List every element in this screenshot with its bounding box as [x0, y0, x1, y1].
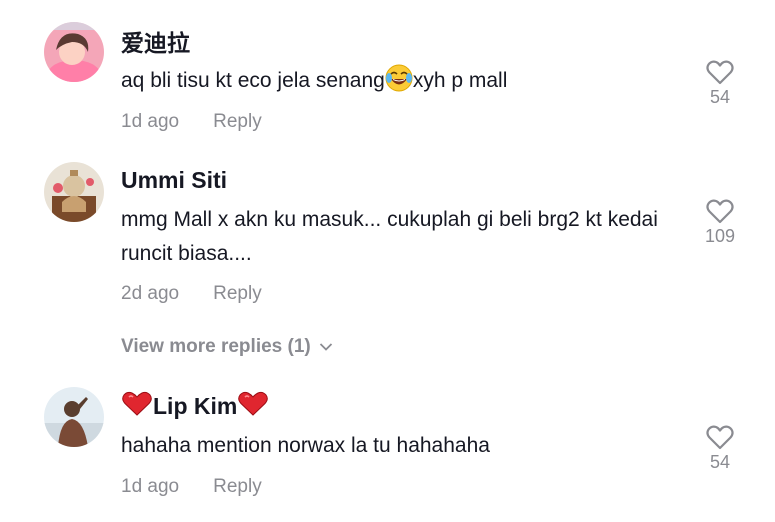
red-heart-emoji-icon: [237, 391, 269, 423]
heart-icon[interactable]: [706, 59, 734, 85]
avatar[interactable]: [44, 22, 104, 82]
timestamp: 1d ago: [121, 111, 180, 132]
like-count: 54: [709, 452, 731, 472]
comment-meta: 2d ago Reply: [121, 283, 262, 305]
like-control: 54: [700, 424, 740, 473]
comment-text-part: aq bli tisu kt eco jela senang: [121, 69, 385, 92]
avatar[interactable]: [44, 162, 104, 222]
chevron-down-icon: [319, 343, 332, 351]
username[interactable]: Lip Kim: [121, 391, 269, 423]
laughing-tears-emoji-icon: [385, 64, 413, 103]
comment-meta: 1d ago Reply: [121, 476, 262, 498]
heart-icon[interactable]: [706, 424, 734, 450]
avatar[interactable]: [44, 387, 104, 447]
comment-meta: 1d ago Reply: [121, 111, 262, 133]
username[interactable]: Ummi Siti: [121, 167, 227, 194]
heart-icon[interactable]: [706, 198, 734, 224]
timestamp: 2d ago: [121, 283, 180, 304]
timestamp: 1d ago: [121, 476, 180, 497]
reply-button[interactable]: Reply: [213, 111, 262, 132]
username[interactable]: 爱迪拉: [121, 24, 190, 58]
like-control: 109: [700, 198, 740, 247]
like-count: 54: [709, 87, 731, 107]
comment-text: mmg Mall x akn ku masuk... cukuplah gi b…: [121, 208, 658, 265]
comment-text-part: xyh p mall: [412, 69, 508, 92]
comment-text: aq bli tisu kt eco jela senang xyh p mall: [121, 64, 681, 103]
view-more-replies-button[interactable]: View more replies (1): [121, 336, 333, 358]
view-more-replies-label: View more replies (1): [121, 336, 311, 357]
like-control: 54: [700, 59, 740, 108]
reply-button[interactable]: Reply: [213, 283, 262, 304]
reply-button[interactable]: Reply: [213, 476, 262, 497]
red-heart-emoji-icon: [121, 391, 153, 423]
comment-text: hahaha mention norwax la tu hahahaha: [121, 434, 490, 457]
like-count: 109: [704, 226, 736, 246]
username-text: Lip Kim: [153, 393, 238, 419]
